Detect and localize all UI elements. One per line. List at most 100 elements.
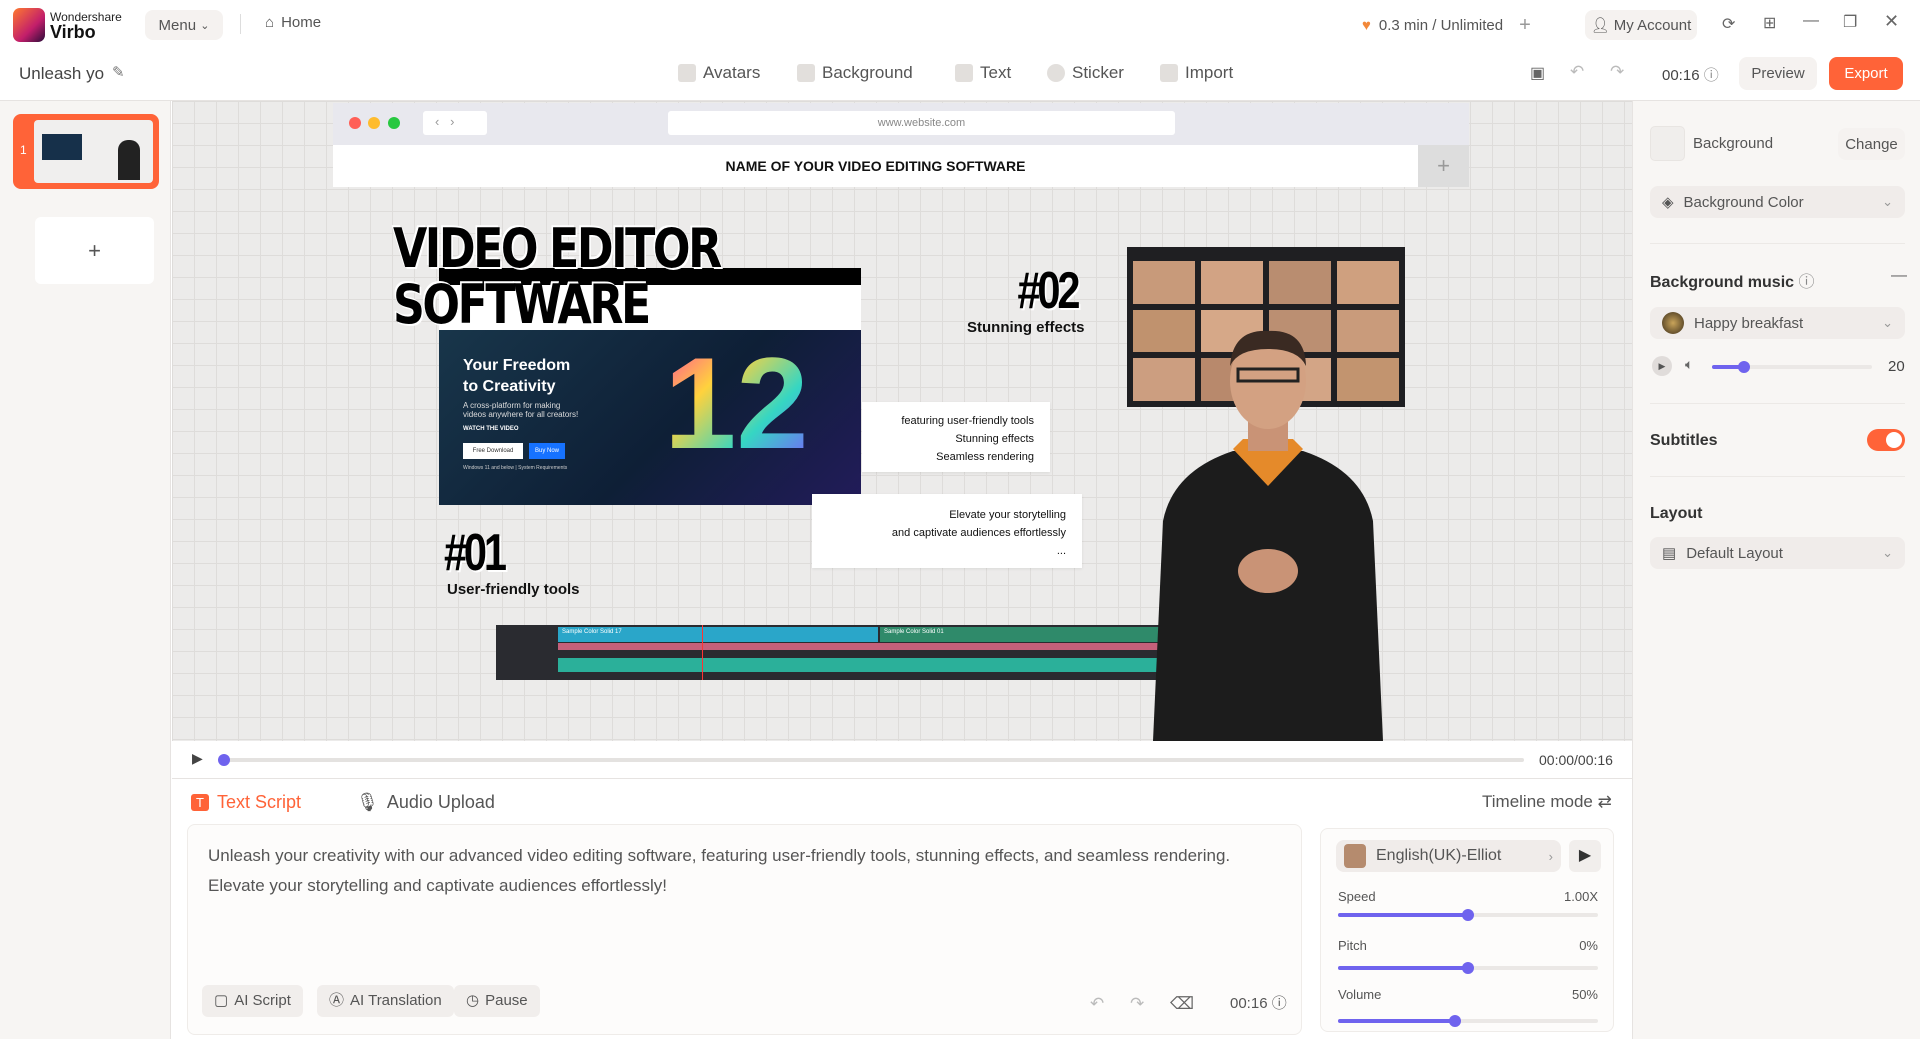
help-icon[interactable]: ⓘ: [1798, 274, 1814, 291]
redo-icon[interactable]: ↷: [1610, 62, 1624, 82]
tab-audio-upload[interactable]: 🎙︎ Audio Upload: [356, 792, 495, 813]
background-color-select[interactable]: ◈ Background Color ⌄: [1650, 186, 1905, 218]
ai-script-button[interactable]: ▢ AI Script: [202, 985, 303, 1017]
player-bar: ▶ 00:00/00:16: [172, 741, 1632, 779]
tag-02: #02: [1017, 262, 1080, 320]
speed-value: 1.00X: [1564, 889, 1598, 904]
change-background-button[interactable]: Change: [1838, 128, 1905, 160]
project-title[interactable]: Unleash yo: [19, 64, 104, 84]
pause-button[interactable]: ◷ Pause: [454, 985, 540, 1017]
edit-icon[interactable]: ✎: [112, 63, 125, 81]
chevron-down-icon: ⌄: [1882, 545, 1893, 560]
collapse-icon[interactable]: —: [1891, 267, 1907, 285]
music-track-select[interactable]: Happy breakfast ⌄: [1650, 307, 1905, 339]
avatar-sweater: [1153, 451, 1383, 741]
tool-text[interactable]: Text: [955, 63, 1011, 83]
playback-time: 00:00/00:16: [1539, 752, 1613, 768]
timeline-screenshot: Sample Color Solid 17 Sample Color Solid…: [496, 625, 1186, 680]
home-label: Home: [281, 14, 322, 31]
chevron-right-icon: ›: [1548, 848, 1553, 864]
close-icon[interactable]: ✕: [1884, 11, 1899, 32]
home-button[interactable]: ⌂ Home: [265, 14, 321, 31]
help-icon[interactable]: ⓘ: [1272, 995, 1287, 1012]
pitch-slider[interactable]: [1338, 962, 1598, 974]
usage-badge[interactable]: ♥ 0.3 min / Unlimited +: [1356, 10, 1551, 40]
timeline-mode-label: Timeline mode: [1482, 792, 1593, 811]
script-redo-icon[interactable]: ↷: [1130, 989, 1144, 1019]
tool-label: Import: [1185, 63, 1234, 82]
voice-play-button[interactable]: ▶: [1569, 840, 1601, 872]
help-icon[interactable]: ⓘ: [1704, 67, 1719, 84]
add-tab-icon: +: [1418, 145, 1469, 187]
voice-select[interactable]: English(UK)-Elliot ›: [1336, 840, 1561, 872]
hero-title-line: Your Freedom: [463, 357, 571, 374]
add-slide-button[interactable]: +: [35, 217, 154, 284]
playback-scrubber[interactable]: [218, 754, 1524, 766]
headline-line: SOFTWARE: [393, 273, 651, 336]
tool-background[interactable]: Background: [797, 63, 913, 83]
tag-01: #01: [444, 524, 507, 582]
speed-slider[interactable]: [1338, 909, 1598, 921]
play-icon[interactable]: ▶: [192, 750, 203, 767]
features-box: featuring user-friendly tools Stunning ef…: [862, 402, 1050, 472]
maximize-icon[interactable]: ❐: [1843, 12, 1857, 32]
script-editor[interactable]: Unleash your creativity with our advance…: [187, 824, 1302, 1035]
minimize-icon[interactable]: —: [1803, 12, 1819, 30]
save-icon[interactable]: ▣: [1530, 63, 1545, 83]
hero-title: Your Freedom to Creativity: [463, 355, 570, 397]
pitch-value: 0%: [1579, 938, 1598, 953]
track-cover: [1662, 312, 1684, 334]
properties-panel: Background Change ◈ Background Color ⌄ Bac…: [1632, 101, 1920, 1039]
effect-thumb: [1133, 261, 1195, 304]
script-duration: 00:16 ⓘ: [1230, 989, 1287, 1019]
menu-button[interactable]: Menu ⌄: [145, 10, 223, 40]
apps-grid-icon[interactable]: ⊞: [1763, 13, 1776, 33]
ai-translation-button[interactable]: Ⓐ AI Translation: [317, 985, 454, 1017]
export-button[interactable]: Export: [1829, 57, 1903, 90]
avatar-presenter[interactable]: [1133, 321, 1403, 741]
divider: [240, 14, 241, 34]
hero-free-download: Free Download: [463, 443, 523, 459]
clear-icon[interactable]: ⌫: [1170, 989, 1194, 1019]
undo-icon[interactable]: ↶: [1570, 62, 1584, 82]
section-title: Background music: [1650, 274, 1795, 291]
voice-avatar: [1344, 844, 1366, 868]
volume-slider[interactable]: [1338, 1015, 1598, 1027]
microphone-icon: 🎙︎: [356, 792, 379, 812]
timeline-mode-toggle[interactable]: Timeline mode ⇄: [1482, 792, 1612, 812]
tab-text-script[interactable]: T Text Script: [191, 792, 301, 813]
text-icon: [955, 64, 973, 82]
brand-name: Virbo: [50, 22, 96, 42]
maximize-dot: [388, 117, 400, 129]
button-label: AI Script: [234, 992, 291, 1009]
button-label: AI Translation: [350, 992, 442, 1009]
tool-avatars[interactable]: Avatars: [678, 63, 760, 83]
my-account-button[interactable]: 👤︎ My Account: [1585, 10, 1697, 40]
timeline-clip: Sample Color Solid 17: [558, 627, 878, 642]
slide-preview-image: [42, 134, 82, 160]
music-volume-slider[interactable]: [1712, 361, 1872, 373]
subtitles-toggle[interactable]: [1867, 429, 1905, 451]
hero-title-line: to Creativity: [463, 378, 556, 395]
tool-import[interactable]: Import: [1160, 63, 1233, 83]
tool-sticker[interactable]: Sticker: [1047, 63, 1124, 83]
close-dot: [349, 117, 361, 129]
voice-panel: English(UK)-Elliot › ▶ Speed 1.00X Pitch …: [1320, 828, 1614, 1032]
swap-icon: ⇄: [1597, 792, 1612, 811]
story-line: and captivate audiences effortlessly: [891, 527, 1066, 539]
script-undo-icon[interactable]: ↶: [1090, 989, 1104, 1019]
editor-toolbar: Unleash yo ✎ Avatars Background Text Sti…: [0, 49, 1920, 101]
hero-graphic-12: 12: [664, 330, 809, 476]
add-icon[interactable]: +: [1519, 14, 1531, 37]
script-line: Unleash your creativity with our advance…: [208, 846, 1231, 865]
music-play-button[interactable]: ▶: [1652, 356, 1672, 376]
support-icon[interactable]: ⟳: [1722, 14, 1735, 34]
headline-line: VIDEO EDITOR: [393, 217, 722, 280]
effect-thumb: [1201, 261, 1263, 304]
video-canvas[interactable]: ‹ › www.website.com NAME OF YOUR VIDEO E…: [172, 101, 1632, 741]
slide-thumbnail-1[interactable]: 1: [13, 114, 159, 189]
layout-select[interactable]: ▤ Default Layout ⌄: [1650, 537, 1905, 569]
preview-button[interactable]: Preview: [1739, 57, 1817, 90]
feature-line: Stunning effects: [955, 433, 1034, 445]
chevron-down-icon: ⌄: [1882, 194, 1893, 209]
